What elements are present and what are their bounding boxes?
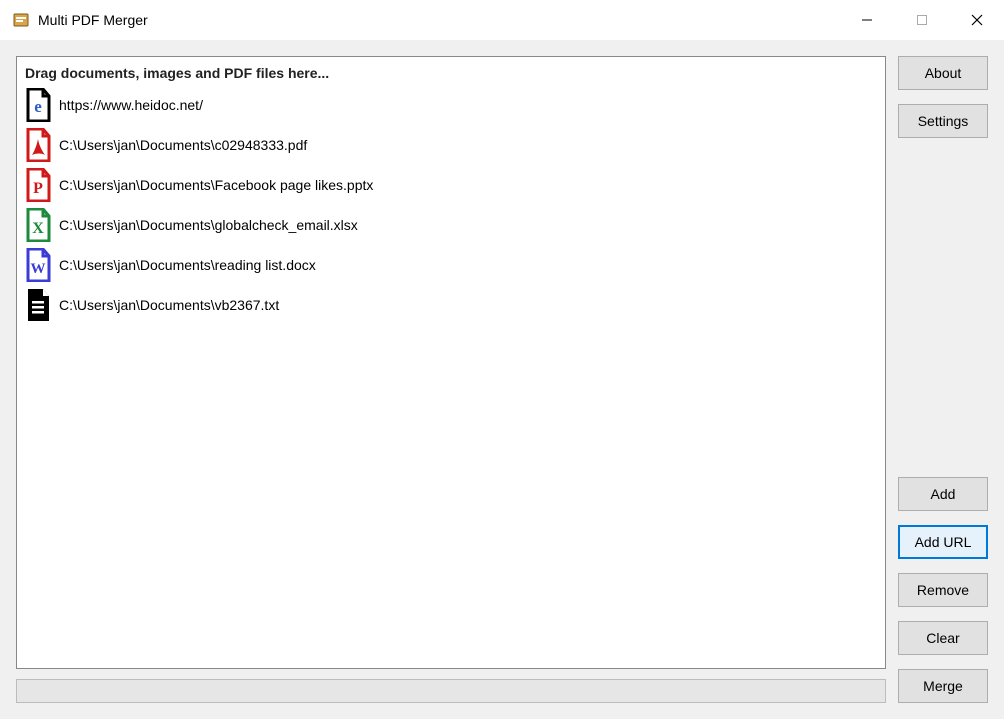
merge-button[interactable]: Merge: [898, 669, 988, 703]
clear-button[interactable]: Clear: [898, 621, 988, 655]
settings-button[interactable]: Settings: [898, 104, 988, 138]
txt-file-icon: [23, 287, 53, 323]
remove-button[interactable]: Remove: [898, 573, 988, 607]
file-path: C:\Users\jan\Documents\vb2367.txt: [59, 297, 279, 313]
svg-text:W: W: [31, 261, 46, 277]
file-row[interactable]: P C:\Users\jan\Documents\Facebook page l…: [23, 165, 879, 205]
docx-file-icon: W: [23, 247, 53, 283]
window-title: Multi PDF Merger: [38, 12, 148, 28]
file-path: https://www.heidoc.net/: [59, 97, 203, 113]
left-column: Drag documents, images and PDF files her…: [16, 56, 886, 703]
minimize-button[interactable]: [839, 0, 894, 40]
file-row[interactable]: W C:\Users\jan\Documents\reading list.do…: [23, 245, 879, 285]
pdf-file-icon: [23, 127, 53, 163]
file-path: C:\Users\jan\Documents\c02948333.pdf: [59, 137, 307, 153]
xlsx-file-icon: X: [23, 207, 53, 243]
right-column: About Settings Add Add URL Remove Clear …: [898, 56, 988, 703]
add-button[interactable]: Add: [898, 477, 988, 511]
file-row[interactable]: e https://www.heidoc.net/: [23, 85, 879, 125]
file-row[interactable]: C:\Users\jan\Documents\c02948333.pdf: [23, 125, 879, 165]
maximize-button[interactable]: [894, 0, 949, 40]
add-url-button[interactable]: Add URL: [898, 525, 988, 559]
file-row[interactable]: C:\Users\jan\Documents\vb2367.txt: [23, 285, 879, 325]
file-path: C:\Users\jan\Documents\reading list.docx: [59, 257, 316, 273]
pptx-file-icon: P: [23, 167, 53, 203]
drop-hint: Drag documents, images and PDF files her…: [25, 65, 879, 81]
file-list-panel[interactable]: Drag documents, images and PDF files her…: [16, 56, 886, 669]
close-button[interactable]: [949, 0, 1004, 40]
file-path: C:\Users\jan\Documents\Facebook page lik…: [59, 177, 373, 193]
edge-file-icon: e: [23, 87, 53, 123]
file-row[interactable]: X C:\Users\jan\Documents\globalcheck_ema…: [23, 205, 879, 245]
client-area: Drag documents, images and PDF files her…: [0, 40, 1004, 719]
svg-text:e: e: [34, 97, 42, 116]
about-button[interactable]: About: [898, 56, 988, 90]
progress-bar: [16, 679, 886, 703]
titlebar: Multi PDF Merger: [0, 0, 1004, 40]
file-path: C:\Users\jan\Documents\globalcheck_email…: [59, 217, 358, 233]
svg-text:X: X: [32, 220, 44, 237]
app-icon: [12, 11, 30, 29]
svg-text:P: P: [33, 180, 43, 197]
